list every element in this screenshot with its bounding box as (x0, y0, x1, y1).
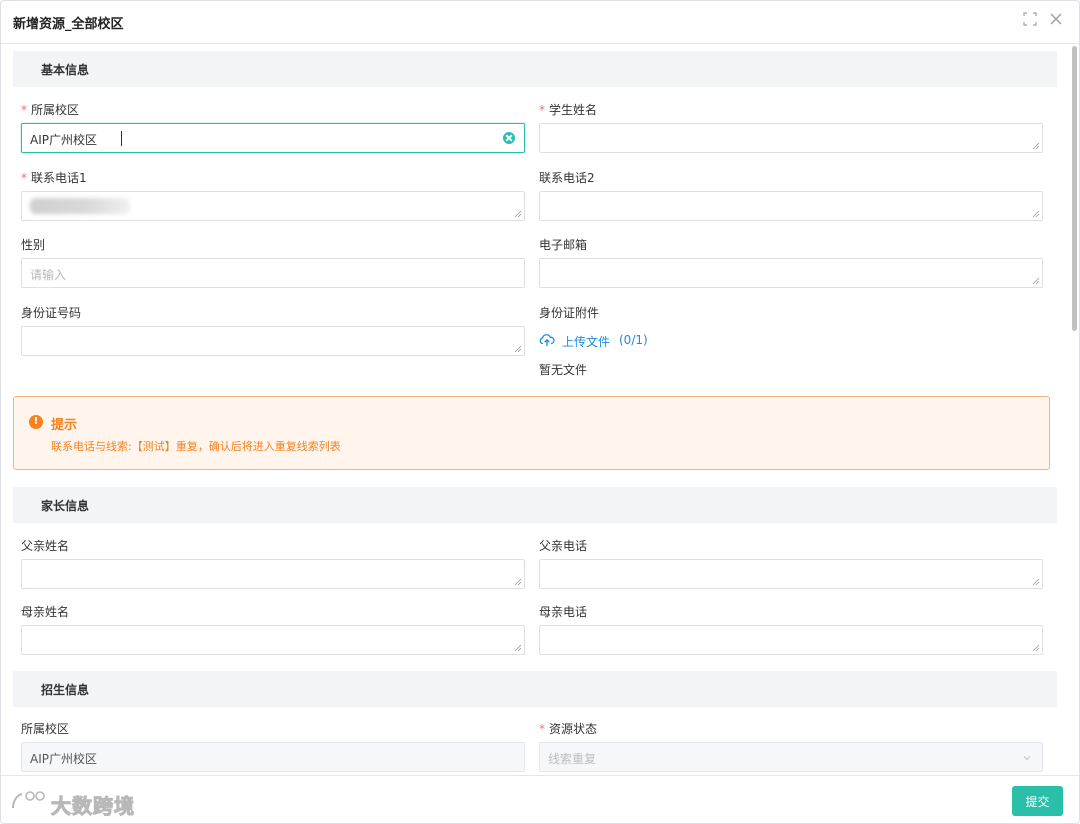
section-title: 基本信息 (41, 63, 90, 77)
campus-label: * 所属校区 (21, 103, 80, 117)
no-file-text: 暂无文件 (539, 363, 588, 377)
phone2-label: 联系电话2 (539, 171, 595, 185)
campus-value: AIP广州校区 (30, 133, 97, 147)
mother-phone-field[interactable] (539, 625, 1043, 655)
resource-status-value: 线索重复 (548, 752, 597, 766)
campus-select[interactable]: AIP广州校区 (21, 123, 525, 153)
dialog-title: 新增资源_全部校区 (13, 17, 124, 32)
dialog-body[interactable]: 基本信息 * 所属校区 AIP广州校区 * 学生姓名 * 联系电话1 联系电话2 性别… (1, 44, 1071, 775)
admission-campus-value: AIP广州校区 (30, 752, 97, 766)
alert-title: 提示 (51, 418, 78, 433)
email-label: 电子邮箱 (539, 238, 588, 252)
dialog-footer: 大数跨境 提交 (1, 775, 1079, 823)
email-field[interactable] (539, 258, 1043, 288)
resize-handle-icon[interactable] (514, 210, 522, 218)
admission-campus-field: AIP广州校区 (21, 742, 525, 772)
resize-handle-icon[interactable] (1032, 142, 1040, 150)
id-attachment-label: 身份证附件 (539, 306, 600, 320)
resize-handle-icon[interactable] (1032, 277, 1040, 285)
father-phone-field[interactable] (539, 559, 1043, 589)
id-number-label: 身份证号码 (21, 306, 82, 320)
dialog-header: 新增资源_全部校区 (1, 1, 1079, 44)
fullscreen-icon[interactable] (1023, 11, 1037, 31)
upload-label: 上传文件 (562, 335, 611, 349)
phone1-field[interactable] (21, 191, 525, 221)
text-caret (121, 131, 122, 146)
close-icon[interactable] (1049, 11, 1063, 31)
resize-handle-icon[interactable] (514, 578, 522, 586)
alert-message: 联系电话与线索:【测试】重复，确认后将进入重复线索列表 (51, 440, 341, 453)
phone2-field[interactable] (539, 191, 1043, 221)
warning-icon: ! (29, 415, 43, 429)
section-basic-info: 基本信息 (13, 51, 1057, 87)
father-phone-label: 父亲电话 (539, 539, 588, 553)
admission-campus-label: 所属校区 (21, 722, 70, 736)
resize-handle-icon[interactable] (514, 345, 522, 353)
father-name-label: 父亲姓名 (21, 539, 70, 553)
duplicate-warning-alert: ! 提示 联系电话与线索:【测试】重复，确认后将进入重复线索列表 (13, 396, 1050, 470)
mother-name-field[interactable] (21, 625, 525, 655)
gender-label: 性别 (21, 238, 46, 252)
mother-name-label: 母亲姓名 (21, 605, 70, 619)
resource-status-label: * 资源状态 (539, 722, 598, 736)
mother-phone-label: 母亲电话 (539, 605, 588, 619)
resource-status-select: 线索重复 (539, 742, 1043, 772)
redacted-phone (30, 198, 130, 214)
section-admission-info: 招生信息 (13, 671, 1057, 707)
clear-icon[interactable] (503, 132, 515, 144)
gender-input[interactable]: 请输入 (21, 258, 525, 288)
id-number-field[interactable] (21, 326, 525, 356)
scrollbar[interactable] (1072, 46, 1077, 331)
upload-count: (0/1) (619, 333, 648, 347)
resize-handle-icon[interactable] (1032, 644, 1040, 652)
student-name-field[interactable] (539, 123, 1043, 153)
section-title: 招生信息 (41, 683, 90, 697)
phone1-label: * 联系电话1 (21, 171, 87, 185)
add-resource-dialog: 新增资源_全部校区 基本信息 * 所属校区 AIP广州校区 * 学生姓名 * 联系电话… (0, 0, 1080, 824)
watermark-logo (12, 791, 45, 809)
chevron-down-icon (1023, 756, 1031, 761)
section-title: 家长信息 (41, 499, 90, 513)
submit-button[interactable]: 提交 (1012, 786, 1063, 816)
father-name-field[interactable] (21, 559, 525, 589)
gender-placeholder: 请输入 (30, 268, 67, 282)
resize-handle-icon[interactable] (1032, 210, 1040, 218)
cloud-upload-icon (539, 334, 555, 346)
watermark-text: 大数跨境 (51, 794, 135, 819)
resize-handle-icon[interactable] (514, 644, 522, 652)
student-name-label: * 学生姓名 (539, 103, 598, 117)
resize-handle-icon[interactable] (1032, 578, 1040, 586)
section-parent-info: 家长信息 (13, 487, 1057, 523)
